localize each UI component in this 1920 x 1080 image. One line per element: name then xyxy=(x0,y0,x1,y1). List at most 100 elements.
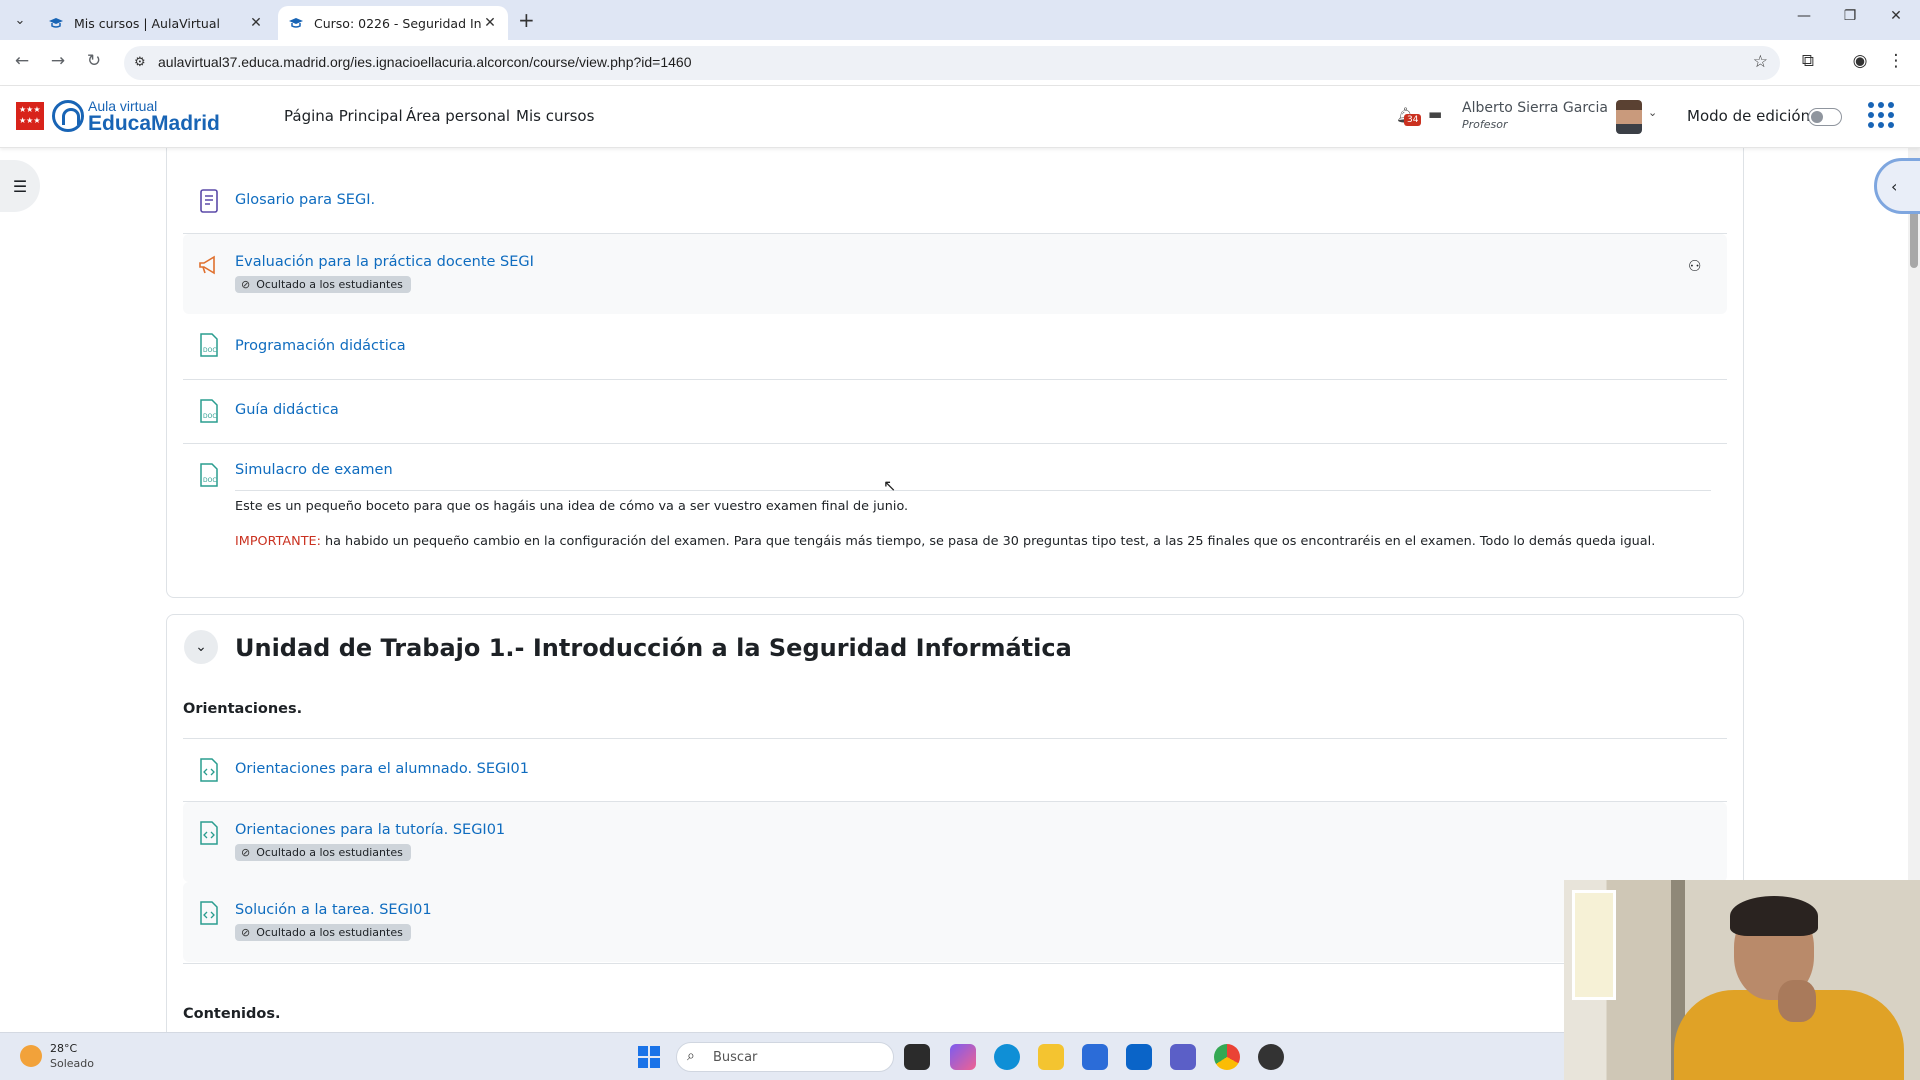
svg-text:DOC: DOC xyxy=(203,477,217,484)
webcam-person-hand xyxy=(1778,980,1816,1022)
menu-icon[interactable]: ⋮ xyxy=(1884,51,1908,71)
activity-link-simulacro[interactable]: Simulacro de examen xyxy=(235,462,393,478)
user-name[interactable]: Alberto Sierra Garcia xyxy=(1462,100,1608,116)
outlook-icon[interactable] xyxy=(1126,1044,1152,1070)
group-mode-icon[interactable]: ⚇ xyxy=(1688,257,1701,275)
nav-area-personal[interactable]: Área personal xyxy=(406,107,510,125)
close-window-icon[interactable]: ✕ xyxy=(1876,8,1916,24)
edit-mode-label: Modo de edición xyxy=(1687,107,1811,125)
browser-toolbar: ← → ↻ ⚙ aulavirtual37.educa.madrid.org/i… xyxy=(0,40,1920,86)
divider xyxy=(183,962,1727,964)
back-icon[interactable]: ← xyxy=(10,51,34,71)
restore-icon[interactable]: ❐ xyxy=(1830,8,1870,24)
weather-temperature[interactable]: 28°C xyxy=(50,1042,77,1055)
browser-tab-mis-cursos[interactable]: Mis cursos | AulaVirtual ✕ xyxy=(38,6,274,40)
simulacro-description-line1: Este es un pequeño boceto para que os ha… xyxy=(235,499,909,514)
close-tab-icon[interactable]: ✕ xyxy=(248,15,264,31)
subheading-orientaciones: Orientaciones. xyxy=(183,701,303,717)
url-text[interactable]: aulavirtual37.educa.madrid.org/ies.ignac… xyxy=(158,54,692,70)
edge-browser-icon[interactable] xyxy=(994,1044,1020,1070)
chevron-down-icon[interactable]: ⌄ xyxy=(184,630,218,664)
taskbar-search-label: Buscar xyxy=(713,1050,758,1065)
code-file-icon xyxy=(200,758,218,782)
store-icon[interactable] xyxy=(1082,1044,1108,1070)
avatar[interactable] xyxy=(1616,100,1642,134)
chrome-icon[interactable] xyxy=(1214,1044,1240,1070)
hidden-from-students-badge: ⊘ Ocultado a los estudiantes xyxy=(235,924,411,941)
activity-row: DOC Programación didáctica xyxy=(183,314,1727,380)
minimize-icon[interactable]: — xyxy=(1784,8,1824,24)
important-label: IMPORTANTE: xyxy=(235,534,321,549)
important-text: ha habido un pequeño cambio en la config… xyxy=(320,534,1656,549)
section-title[interactable]: Unidad de Trabajo 1.- Introducción a la … xyxy=(235,634,1072,662)
file-explorer-icon[interactable] xyxy=(1038,1044,1064,1070)
recording-app-icon[interactable] xyxy=(1258,1044,1284,1070)
subheading-contenidos: Contenidos. xyxy=(183,1006,281,1022)
svg-text:DOC: DOC xyxy=(203,413,217,420)
edit-mode-toggle[interactable] xyxy=(1808,108,1842,126)
eye-slash-icon: ⊘ xyxy=(241,846,251,859)
profile-icon[interactable]: ◉ xyxy=(1848,51,1872,71)
taskbar-search[interactable]: ⌕ Buscar xyxy=(676,1042,894,1072)
badge-text: Ocultado a los estudiantes xyxy=(256,846,403,859)
weather-condition[interactable]: Soleado xyxy=(50,1057,94,1070)
moodle-favicon-icon xyxy=(289,18,303,28)
activity-link-orientaciones-alumnado[interactable]: Orientaciones para el alumnado. SEGI01 xyxy=(235,761,529,777)
hidden-from-students-badge: ⊘ Ocultado a los estudiantes xyxy=(235,276,411,293)
tab-title: Curso: 0226 - Seguridad Inform xyxy=(314,15,482,31)
task-view-icon[interactable] xyxy=(904,1044,930,1070)
logo-text-educamadrid[interactable]: EducaMadrid xyxy=(88,112,220,136)
code-file-icon xyxy=(200,821,218,845)
doc-file-icon: DOC xyxy=(200,333,218,357)
svg-text:DOC: DOC xyxy=(203,347,217,354)
new-tab-icon[interactable]: + xyxy=(518,8,535,32)
webcam-person-hair xyxy=(1730,896,1818,936)
activity-row: Glosario para SEGI. xyxy=(183,170,1727,234)
badge-text: Ocultado a los estudiantes xyxy=(256,926,403,939)
activity-link-orientaciones-tutoria[interactable]: Orientaciones para la tutoría. SEGI01 xyxy=(235,822,505,838)
apps-grid-icon[interactable] xyxy=(1868,102,1894,128)
divider xyxy=(235,490,1711,491)
browser-tab-strip: ⌄ Mis cursos | AulaVirtual ✕ Curso: 0226… xyxy=(0,0,1920,40)
close-tab-icon[interactable]: ✕ xyxy=(482,15,498,31)
site-info-icon[interactable]: ⚙ xyxy=(134,55,146,70)
nav-pagina-principal[interactable]: Página Principal xyxy=(284,107,403,125)
weather-sun-icon[interactable] xyxy=(20,1045,42,1067)
activity-link-glosario[interactable]: Glosario para SEGI. xyxy=(235,192,375,208)
comunidad-madrid-logo-icon[interactable]: ★★★ ★★★ xyxy=(16,102,44,130)
browser-tab-curso[interactable]: Curso: 0226 - Seguridad Inform ✕ xyxy=(278,6,508,40)
messages-icon[interactable]: ▬ xyxy=(1428,105,1442,123)
reload-icon[interactable]: ↻ xyxy=(82,51,106,71)
megaphone-icon xyxy=(199,255,215,275)
activity-link-programacion[interactable]: Programación didáctica xyxy=(235,338,406,354)
badge-text: Ocultado a los estudiantes xyxy=(256,278,403,291)
nav-mis-cursos[interactable]: Mis cursos xyxy=(516,107,594,125)
tab-search-icon[interactable]: ⌄ xyxy=(8,8,32,32)
activity-row: Evaluación para la práctica docente SEGI… xyxy=(183,234,1727,314)
educamadrid-logo-icon[interactable] xyxy=(52,100,84,132)
tab-title: Mis cursos | AulaVirtual xyxy=(74,15,220,31)
notification-count-badge: 34 xyxy=(1404,114,1422,126)
forward-icon[interactable]: → xyxy=(46,51,70,71)
extensions-icon[interactable]: ⧉ xyxy=(1796,51,1820,71)
mouse-cursor-icon: ↖ xyxy=(883,476,897,495)
windows-start-icon[interactable] xyxy=(638,1046,660,1068)
site-header: ★★★ ★★★ Aula virtual EducaMadrid Página P… xyxy=(0,86,1920,148)
webcam-window-bg xyxy=(1572,890,1616,1000)
activity-link-solucion-tarea[interactable]: Solución a la tarea. SEGI01 xyxy=(235,902,432,918)
activity-link-evaluacion[interactable]: Evaluación para la práctica docente SEGI xyxy=(235,254,534,270)
hidden-from-students-badge: ⊘ Ocultado a los estudiantes xyxy=(235,844,411,861)
activity-row: Solución a la tarea. SEGI01 ⊘ Ocultado a … xyxy=(183,882,1727,962)
eye-slash-icon: ⊘ xyxy=(241,926,251,939)
teams-icon[interactable] xyxy=(1170,1044,1196,1070)
activity-link-guia[interactable]: Guía didáctica xyxy=(235,402,339,418)
search-icon: ⌕ xyxy=(687,1048,695,1064)
chevron-down-icon[interactable]: ⌄ xyxy=(1648,106,1657,119)
bookmark-star-icon[interactable]: ☆ xyxy=(1753,52,1768,72)
doc-file-icon: DOC xyxy=(200,399,218,423)
address-bar[interactable]: ⚙ aulavirtual37.educa.madrid.org/ies.ign… xyxy=(124,46,1780,80)
activity-row: Orientaciones para el alumnado. SEGI01 xyxy=(183,738,1727,802)
code-file-icon xyxy=(200,901,218,925)
copilot-icon[interactable] xyxy=(950,1044,976,1070)
glossary-icon xyxy=(200,189,218,213)
